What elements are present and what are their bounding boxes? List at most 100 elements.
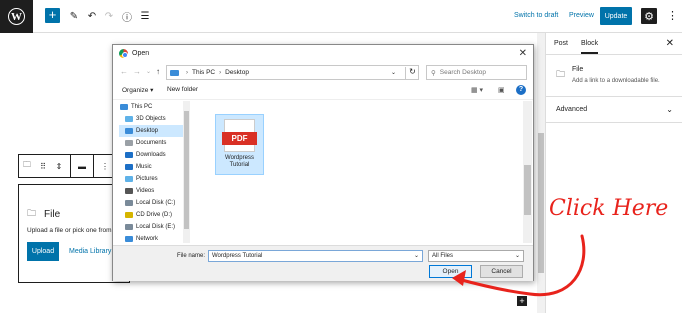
cancel-button[interactable]: Cancel (480, 265, 523, 278)
block-card-description: Add a link to a downloadable file. (572, 78, 660, 84)
nav-item-local-disk-c[interactable]: Local Disk (C:) (119, 197, 190, 209)
media-library-button[interactable]: Media Library (69, 248, 111, 255)
chevron-down-icon[interactable]: ⌄ (391, 69, 396, 76)
settings-sidebar: Post Block ✕ 🗀 File Add a link to a down… (545, 33, 682, 313)
videos-icon (125, 188, 133, 194)
open-button[interactable]: Open (429, 265, 472, 278)
nav-item-videos[interactable]: Videos (119, 185, 190, 197)
toolbar-divider (93, 155, 94, 177)
nav-item-label: Pictures (136, 176, 158, 182)
network-icon (125, 236, 133, 242)
nav-item-label: Downloads (136, 152, 166, 158)
nav-item-downloads[interactable]: Downloads (119, 149, 190, 161)
search-input[interactable]: ⚲ Search Desktop (426, 65, 527, 80)
block-more-icon[interactable]: ⋮ (97, 155, 113, 177)
pc-icon (120, 104, 128, 110)
breadcrumb-desktop[interactable]: Desktop (225, 69, 249, 76)
navigation-scrollbar[interactable] (183, 101, 190, 243)
nav-item-network[interactable]: Network (119, 233, 190, 243)
pdf-badge: PDF (222, 132, 257, 145)
disk-icon (125, 200, 133, 206)
drag-handle-icon[interactable]: ⠿ (35, 155, 51, 177)
search-icon: ⚲ (431, 69, 436, 77)
folder-icon[interactable]: 🗀 (19, 155, 35, 177)
downloads-icon (125, 152, 133, 158)
undo-icon[interactable]: ↶ (85, 9, 99, 23)
view-options-icon[interactable]: ▦ ▾ (471, 86, 483, 94)
more-options-icon[interactable]: ⋮ (667, 9, 678, 22)
refresh-icon[interactable]: ↻ (405, 67, 419, 79)
move-up-down-icon[interactable]: ⇕ (51, 155, 67, 177)
help-icon[interactable]: ? (516, 85, 526, 95)
update-button[interactable]: Update (600, 7, 632, 25)
info-icon[interactable]: ⓘ (120, 9, 134, 24)
search-placeholder: Search Desktop (439, 69, 487, 76)
nav-item-this-pc[interactable]: This PC (119, 101, 190, 113)
3d-objects-icon (125, 116, 133, 122)
forward-arrow-icon[interactable]: → (133, 67, 141, 76)
nav-item-label: Music (136, 164, 152, 170)
breadcrumb-separator-icon: › (219, 69, 222, 76)
file-name-value: Wordpress Tutorial (212, 253, 263, 259)
switch-to-draft-link[interactable]: Switch to draft (514, 12, 558, 19)
preview-pane-icon[interactable]: ▣ (498, 86, 505, 94)
breadcrumb-this-pc[interactable]: This PC (192, 69, 215, 76)
up-arrow-icon[interactable]: ↑ (156, 67, 160, 76)
new-folder-button[interactable]: New folder (167, 86, 198, 93)
cd-drive-icon (125, 212, 133, 218)
nav-item-local-disk-e[interactable]: Local Disk (E:) (119, 221, 190, 233)
scrollbar-thumb[interactable] (524, 165, 531, 215)
file-name-label: File name: (177, 253, 206, 259)
breadcrumb-separator-icon: › (186, 69, 188, 76)
back-arrow-icon[interactable]: ← (120, 67, 128, 76)
editor-scrollbar[interactable] (537, 33, 545, 313)
scrollbar-thumb[interactable] (538, 133, 544, 273)
folder-icon: 🗀 (27, 208, 37, 218)
settings-gear-icon[interactable]: ⚙ (641, 8, 657, 24)
nav-item-label: Documents (136, 140, 167, 146)
wordpress-logo[interactable]: W (0, 0, 33, 33)
file-list-scrollbar[interactable] (523, 101, 532, 243)
desktop-icon (125, 128, 133, 134)
chevron-down-icon[interactable]: ⌄ (414, 251, 419, 261)
nav-item-documents[interactable]: Documents (119, 137, 190, 149)
nav-item-desktop[interactable]: Desktop (119, 125, 190, 137)
block-card: 🗀 File Add a link to a downloadable file… (546, 55, 682, 97)
redo-icon[interactable]: ↷ (102, 9, 116, 23)
align-icon[interactable]: ▬ (74, 155, 90, 177)
nav-item-label: Network (136, 236, 159, 242)
editor-top-toolbar: + ✎ ↶ ↷ ⓘ ☰ Switch to draft Preview Upda… (33, 0, 682, 33)
close-icon[interactable]: ✕ (666, 38, 674, 49)
tab-post[interactable]: Post (554, 40, 568, 47)
recent-locations-icon[interactable]: ⌄ (146, 68, 151, 75)
nav-item-3d-objects[interactable]: 3D Objects (119, 113, 190, 125)
file-name-row: File name: Wordpress Tutorial ⌄ All File… (113, 245, 533, 281)
close-icon[interactable]: ✕ (519, 48, 527, 59)
pdf-file-icon: PDF (222, 119, 257, 152)
address-row: ← → ⌄ ↑ › This PC › Desktop ⌄ ↻ ⚲ Search… (113, 63, 533, 81)
navigation-pane: This PC 3D Objects Desktop Documents Downloa… (119, 101, 190, 243)
address-bar[interactable]: › This PC › Desktop ⌄ (166, 65, 419, 80)
tab-block[interactable]: Block (581, 40, 599, 54)
advanced-panel-toggle[interactable]: Advanced ⌄ (546, 97, 682, 123)
upload-button[interactable]: Upload (27, 242, 59, 261)
pictures-icon (125, 176, 133, 182)
scrollbar-thumb[interactable] (184, 111, 189, 229)
preview-link[interactable]: Preview (569, 12, 594, 19)
pencil-tools-icon[interactable]: ✎ (67, 9, 81, 23)
block-inserter-icon[interactable]: + (517, 296, 527, 306)
chevron-down-icon: ⌄ (666, 105, 673, 114)
organize-button[interactable]: Organize ▾ (122, 86, 153, 94)
nav-item-cd-drive-d[interactable]: CD Drive (D:) (119, 209, 190, 221)
pdf-file-item[interactable]: PDF Wordpress Tutorial (215, 114, 264, 175)
chevron-down-icon: ⌄ (514, 253, 520, 259)
list-view-icon[interactable]: ☰ (138, 9, 152, 23)
dialog-title-bar: Open ✕ (113, 45, 533, 63)
add-block-button[interactable]: + (45, 8, 60, 23)
music-icon (125, 164, 133, 170)
file-type-select[interactable]: All Files ⌄ (428, 250, 524, 262)
open-file-dialog: Open ✕ ← → ⌄ ↑ › This PC › Desktop ⌄ ↻ ⚲… (112, 44, 534, 281)
nav-item-pictures[interactable]: Pictures (119, 173, 190, 185)
nav-item-music[interactable]: Music (119, 161, 190, 173)
file-name-input[interactable]: Wordpress Tutorial ⌄ (208, 250, 423, 262)
